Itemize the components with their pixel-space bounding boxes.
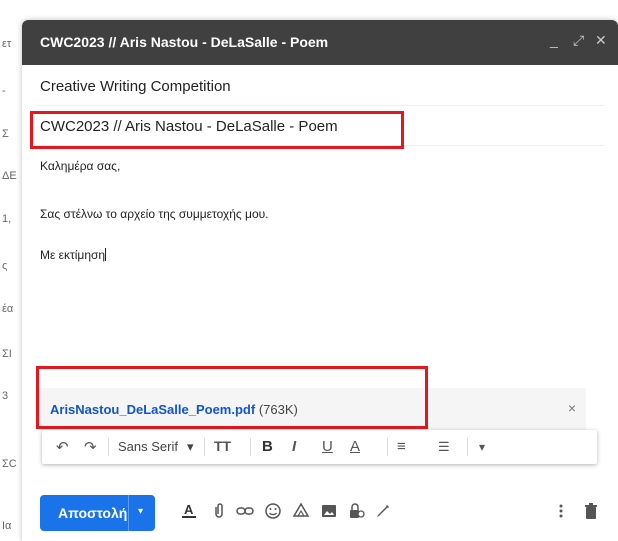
send-button[interactable]: Αποστολή ▾ <box>40 495 155 531</box>
font-size-icon[interactable]: TT <box>214 438 231 454</box>
inbox-fragment: 1, <box>2 213 12 225</box>
text-color-icon[interactable]: A <box>350 438 360 455</box>
subject-highlight <box>30 111 404 149</box>
undo-icon[interactable]: ↶ <box>56 438 69 456</box>
more-formatting-icon[interactable]: ▾ <box>479 440 485 454</box>
inbox-fragment: έα <box>2 303 14 315</box>
inbox-fragment: ΣΙ <box>2 348 12 360</box>
numbered-list-icon[interactable]: ☰ <box>438 439 450 455</box>
inbox-fragment: ετ <box>2 38 12 50</box>
drive-icon[interactable] <box>292 502 310 522</box>
attachment-highlight <box>36 366 428 429</box>
inbox-fragment: Ια <box>2 520 12 532</box>
send-options-icon[interactable]: ▾ <box>138 506 143 517</box>
inbox-fragment: Σ <box>2 128 9 140</box>
svg-text:A: A <box>184 502 194 517</box>
send-label: Αποστολή <box>58 505 128 521</box>
attach-file-icon[interactable] <box>210 502 228 522</box>
insert-photo-icon[interactable] <box>320 502 338 522</box>
signature-icon[interactable] <box>374 502 392 522</box>
align-icon[interactable]: ≡ <box>397 438 406 455</box>
expand-icon[interactable]: ⤢ <box>573 32 584 49</box>
inbox-fragment: - <box>2 85 6 97</box>
font-family-select[interactable]: Sans Serif <box>118 439 178 454</box>
toolbar-divider <box>204 438 205 456</box>
italic-icon[interactable]: I <box>292 438 296 455</box>
more-options-icon[interactable] <box>552 502 570 522</box>
inbox-fragment: ΔΕ <box>2 170 17 182</box>
screenshot: ετ - Σ ΔΕ 1, ς έα ΣΙ 3 ΣC Ια CWC2023 // … <box>0 0 618 541</box>
inbox-fragment: ς <box>2 260 8 272</box>
remove-attachment-icon[interactable]: × <box>568 400 576 416</box>
minimize-icon[interactable]: _ <box>550 32 558 48</box>
body-greeting: Καλημέρα σας, <box>40 159 121 173</box>
compose-window: CWC2023 // Aris Nastou - DeLaSalle - Poe… <box>22 20 618 541</box>
inbox-fragment: 3 <box>2 390 9 402</box>
font-caret-icon[interactable]: ▾ <box>187 439 194 455</box>
compose-title: CWC2023 // Aris Nastou - DeLaSalle - Poe… <box>40 34 329 50</box>
underline-icon[interactable]: U <box>322 438 333 455</box>
text-cursor <box>105 248 107 261</box>
body-line: Σας στέλνω το αρχείο της συμμετοχής μου. <box>40 207 269 221</box>
recipients-field[interactable]: Creative Writing Competition <box>36 66 604 106</box>
emoji-icon[interactable] <box>264 502 282 522</box>
body-closing: Με εκτίμηση <box>40 248 106 262</box>
redo-icon[interactable]: ↷ <box>84 438 97 456</box>
formatting-toolbar: ↶ ↷ Sans Serif ▾ TT B I U A ≡ ☰ ▾ <box>42 430 597 464</box>
confidential-mode-icon[interactable] <box>347 502 365 522</box>
inbox-background: ετ - Σ ΔΕ 1, ς έα ΣΙ 3 ΣC Ια <box>0 0 22 541</box>
bold-icon[interactable]: B <box>262 438 273 455</box>
toolbar-divider <box>387 438 388 456</box>
toolbar-divider <box>467 438 468 456</box>
toolbar-divider <box>108 438 109 456</box>
formatting-options-icon[interactable]: A <box>180 502 198 522</box>
compose-titlebar[interactable]: CWC2023 // Aris Nastou - DeLaSalle - Poe… <box>22 20 618 65</box>
recipients-value: Creative Writing Competition <box>40 78 231 95</box>
body-closing-wrap: Με εκτίμηση <box>40 248 107 262</box>
send-divider <box>128 495 129 531</box>
insert-link-icon[interactable] <box>236 502 254 522</box>
inbox-fragment: ΣC <box>2 458 17 470</box>
close-icon[interactable]: ✕ <box>595 32 607 49</box>
discard-draft-icon[interactable] <box>582 502 600 522</box>
toolbar-divider <box>250 438 251 456</box>
